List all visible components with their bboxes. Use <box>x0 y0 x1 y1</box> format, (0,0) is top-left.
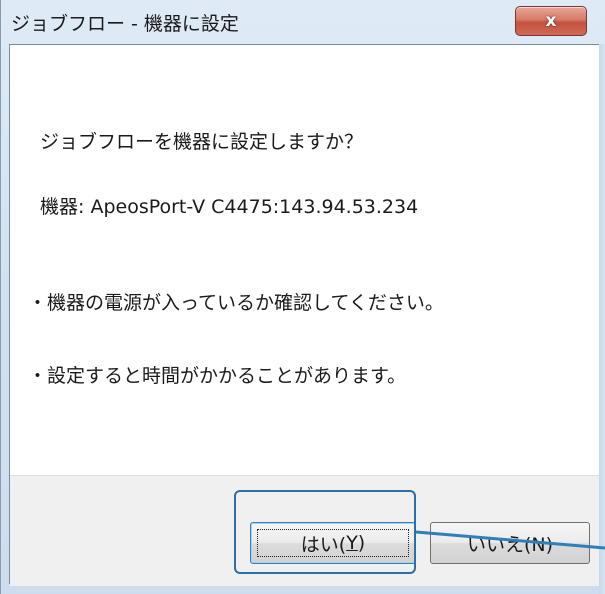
no-label: いいえ(N) <box>466 533 554 556</box>
note-power: ・機器の電源が入っているか確認してください。 <box>28 292 444 314</box>
window-frame-right <box>599 44 605 594</box>
close-button[interactable]: x <box>515 6 587 36</box>
dialog-body: ジョブフローを機器に設定しますか？ 機器: ApeosPort-V C4475:… <box>9 44 605 586</box>
no-button[interactable]: いいえ(N) <box>430 522 590 564</box>
device-info: 機器: ApeosPort-V C4475:143.94.53.234 <box>40 196 419 218</box>
note-time: ・設定すると時間がかかることがあります。 <box>28 365 407 387</box>
focus-rectangle <box>257 529 409 557</box>
confirm-question: ジョブフローを機器に設定しますか？ <box>40 131 364 153</box>
window-title: ジョブフロー - 機器に設定 <box>11 13 239 35</box>
close-icon: x <box>545 11 557 31</box>
message-area: ジョブフローを機器に設定しますか？ 機器: ApeosPort-V C4475:… <box>10 45 605 475</box>
yes-button[interactable]: はい(Y) <box>250 522 416 564</box>
dialog-window: ジョブフロー - 機器に設定 x ジョブフローを機器に設定しますか？ 機器: A… <box>0 0 605 594</box>
button-bar: はい(Y) いいえ(N) <box>10 475 605 586</box>
title-bar[interactable]: ジョブフロー - 機器に設定 x <box>1 0 605 44</box>
